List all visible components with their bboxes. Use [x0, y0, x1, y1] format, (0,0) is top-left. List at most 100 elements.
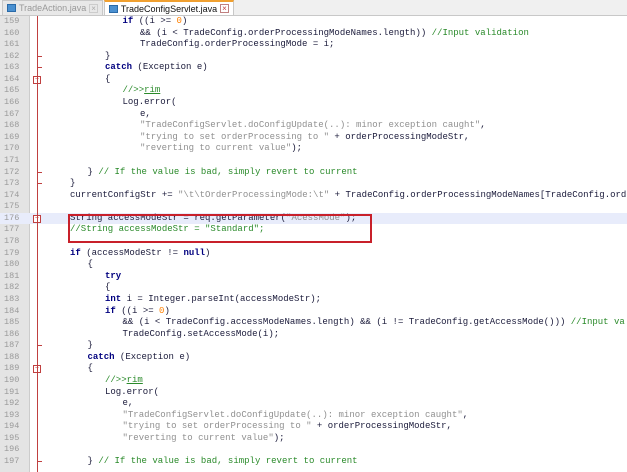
token-pl: } — [70, 178, 76, 189]
code-line[interactable]: 189−{ — [0, 363, 627, 375]
code-line[interactable]: 169 "trying to set orderProcessing to " +… — [0, 132, 627, 144]
line-number: 181 — [4, 270, 20, 281]
line-number: 196 — [4, 444, 20, 455]
code-line[interactable]: 164−{ — [0, 74, 627, 86]
token-pl: Log.error( — [122, 97, 177, 108]
code-line[interactable]: 162} — [0, 51, 627, 63]
code-line[interactable]: 168 "TradeConfigServlet.doConfigUpdate(..… — [0, 120, 627, 132]
token-pl: ) — [205, 247, 211, 258]
line-number: 172 — [4, 166, 20, 177]
code-line[interactable]: 194 "trying to set orderProcessing to " +… — [0, 421, 627, 433]
token-pl: (Exception e) — [132, 62, 208, 73]
code-text: "TradeConfigServlet.doConfigUpdate(..): … — [140, 120, 486, 132]
code-line[interactable]: 192 e, — [0, 398, 627, 410]
close-tab-icon[interactable]: × — [220, 4, 229, 13]
code-text: //>>rim — [123, 85, 161, 97]
line-number: 164 — [4, 73, 20, 84]
code-line[interactable]: 190 //>>rim — [0, 375, 627, 387]
code-line[interactable]: 183 int i = Integer.parseInt(accessModeSt… — [0, 294, 627, 306]
code-text: TradeConfig.orderProcessingMode = i; — [140, 39, 334, 51]
close-tab-icon[interactable]: × — [89, 3, 98, 13]
code-line[interactable]: 186 TradeConfig.setAccessMode(i); — [0, 329, 627, 341]
token-pl: { — [87, 363, 93, 374]
code-line[interactable]: 191 Log.error( — [0, 387, 627, 399]
line-number: 175 — [4, 201, 20, 212]
line-number: 187 — [4, 340, 20, 351]
token-pl: , — [462, 409, 469, 420]
token-com: //>> — [105, 374, 127, 385]
token-kw: if — [70, 247, 81, 258]
line-number: 195 — [4, 432, 20, 443]
token-com: //Input va — [570, 317, 625, 328]
java-file-icon — [108, 4, 118, 13]
code-line[interactable]: 171 — [0, 155, 627, 167]
token-rim: rim — [144, 85, 161, 96]
code-line[interactable]: 165 //>>rim — [0, 85, 627, 97]
code-line[interactable]: 175 — [0, 201, 627, 213]
token-pl: currentConfigStr += — [70, 189, 179, 200]
code-text: Log.error( — [105, 387, 159, 399]
token-str: "TradeConfigServlet.doConfigUpdate(..): … — [140, 120, 481, 131]
code-text: "reverting to current value"); — [140, 143, 302, 155]
code-line[interactable]: 197} // If the value is bad, simply reve… — [0, 456, 627, 468]
token-pl: + orderProcessingModeStr, — [311, 421, 452, 432]
token-str: "\t\tOrderProcessingMode:\t" — [178, 189, 330, 200]
code-line[interactable]: 196 — [0, 444, 627, 456]
line-number: 180 — [4, 259, 20, 270]
code-text: "trying to set orderProcessing to " + or… — [123, 421, 452, 433]
code-text: if (accessModeStr != null) — [70, 248, 210, 260]
line-number: 165 — [4, 85, 20, 96]
code-text: "trying to set orderProcessing to " + or… — [140, 132, 469, 144]
code-line[interactable]: 172} // If the value is bad, simply reve… — [0, 167, 627, 179]
code-line[interactable]: 185 && (i < TradeConfig.accessModeNames.l… — [0, 317, 627, 329]
token-pl: ); — [273, 432, 285, 443]
line-number: 188 — [4, 351, 20, 362]
code-line[interactable]: 163 catch (Exception e) — [0, 62, 627, 74]
tab-trade-config-servlet[interactable]: TradeConfigServlet.java × — [103, 0, 234, 15]
code-line[interactable]: 193 "TradeConfigServlet.doConfigUpdate(..… — [0, 410, 627, 422]
code-line[interactable]: 184 if ((i >= 0) — [0, 306, 627, 318]
line-number: 193 — [4, 409, 20, 420]
code-text: TradeConfig.setAccessMode(i); — [123, 329, 280, 341]
code-line[interactable]: 180 { — [0, 259, 627, 271]
code-line[interactable]: 170 "reverting to current value"); — [0, 143, 627, 155]
line-number: 177 — [4, 224, 20, 235]
tab-trade-action[interactable]: TradeAction.java × — [2, 0, 103, 15]
code-text: { — [105, 282, 110, 294]
token-pl: } — [105, 50, 111, 61]
code-line[interactable]: 182 { — [0, 282, 627, 294]
code-line[interactable]: 161 TradeConfig.orderProcessingMode = i; — [0, 39, 627, 51]
line-number: 191 — [4, 386, 20, 397]
code-line[interactable]: 159 if ((i >= 0) — [0, 16, 627, 28]
token-pl: Log.error( — [105, 386, 160, 397]
java-file-icon — [7, 4, 16, 12]
line-number: 174 — [4, 189, 20, 200]
token-pl: TradeConfig.setAccessMode(i); — [122, 328, 280, 339]
code-line[interactable]: 167 e, — [0, 109, 627, 121]
code-text: catch (Exception e) — [88, 352, 191, 364]
token-str: "trying to set orderProcessing to " — [122, 421, 312, 432]
code-text: { — [88, 259, 93, 271]
code-line[interactable]: 174 currentConfigStr += "\t\tOrderProcess… — [0, 190, 627, 202]
code-line[interactable]: 179 if (accessModeStr != null) — [0, 248, 627, 260]
code-text: e, — [140, 109, 151, 121]
line-number: 184 — [4, 305, 20, 316]
line-number: 169 — [4, 131, 20, 142]
code-line[interactable]: 187} — [0, 340, 627, 352]
code-editor[interactable]: 159 if ((i >= 0) 160 && (i < TradeConfig.or… — [0, 16, 627, 472]
code-text: if ((i >= 0) — [105, 306, 170, 318]
code-line[interactable]: 166 Log.error( — [0, 97, 627, 109]
code-text: Log.error( — [123, 97, 177, 109]
code-line[interactable]: 195 "reverting to current value"); — [0, 433, 627, 445]
token-str: "trying to set orderProcessing to " — [140, 131, 330, 142]
code-line[interactable]: 173} — [0, 178, 627, 190]
token-kw: if — [105, 305, 116, 316]
token-pl: + orderProcessingModeStr, — [329, 131, 470, 142]
line-number: 166 — [4, 97, 20, 108]
token-pl: i = Integer.parseInt(accessModeStr); — [121, 293, 322, 304]
code-line[interactable]: 160 && (i < TradeConfig.orderProcessingMo… — [0, 28, 627, 40]
token-kw: try — [105, 270, 122, 281]
code-line[interactable]: 188 catch (Exception e) — [0, 352, 627, 364]
token-kw: catch — [87, 351, 115, 362]
code-line[interactable]: 181 try — [0, 271, 627, 283]
